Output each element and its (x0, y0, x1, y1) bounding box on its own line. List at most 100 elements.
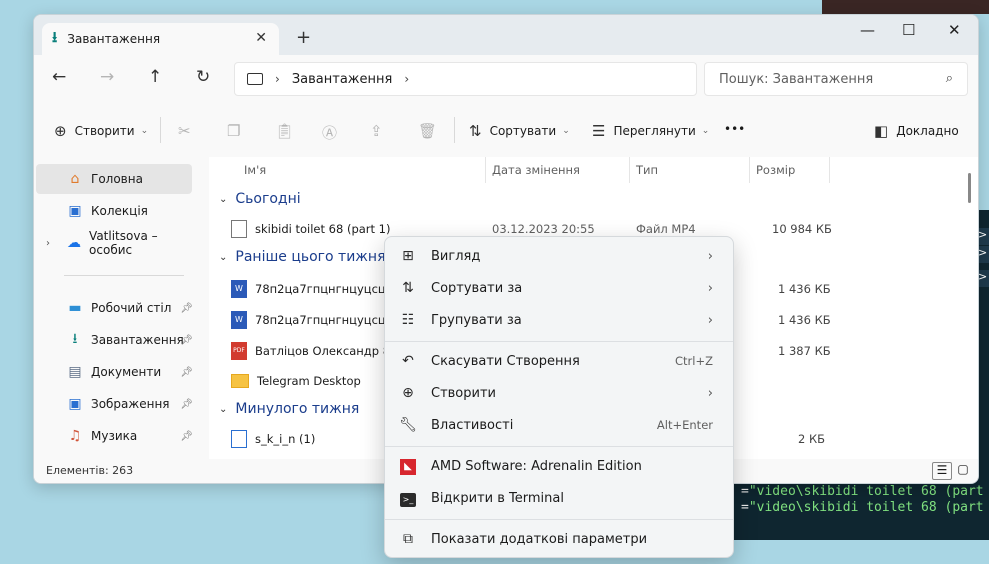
menu-item-amd-software[interactable]: ◣ AMD Software: Adrenalin Edition (389, 451, 729, 481)
tiles-view-button[interactable]: ▢ (954, 462, 972, 478)
terminal-line: ="video\skibidi toilet 68 (part 1) (741, 484, 989, 499)
file-date: 03.12.2023 20:55 (492, 222, 595, 236)
file-name: Ватліцов Олександр 8-Г (255, 344, 402, 358)
search-icon: ⌕ (945, 71, 953, 86)
file-size: 1 436 КБ (778, 313, 831, 327)
group-header-today[interactable]: ⌄ Сьогодні (219, 191, 301, 207)
close-window-button[interactable]: ✕ (948, 21, 961, 39)
details-view-button[interactable]: ☰ (932, 462, 952, 480)
menu-item-label: Скасувати Створення (431, 353, 580, 369)
menu-item-label: Сортувати за (431, 280, 523, 296)
sidebar-item-documents[interactable]: ▤ Документи 📌︎ (36, 357, 193, 387)
terminal-line: ="video\skibidi toilet 68 (part 1) (741, 500, 989, 515)
sort-button[interactable]: ⇅ Сортувати ⌄ (469, 122, 570, 140)
menu-item-sort-by[interactable]: ⇅ Сортувати за › (389, 273, 729, 303)
maximize-button[interactable]: ☐ (902, 21, 915, 39)
menu-item-new[interactable]: ⊕ Створити › (389, 378, 729, 408)
file-icon (231, 430, 247, 448)
new-tab-button[interactable]: + (296, 27, 311, 48)
group-label: Сьогодні (235, 191, 301, 207)
close-tab-icon[interactable]: ✕ (255, 30, 267, 46)
menu-divider (385, 341, 733, 342)
tab-downloads[interactable]: ⭳ Завантаження ✕ (42, 23, 279, 55)
terminal-icon: >_ (399, 490, 417, 507)
amd-logo-icon: ◣ (399, 457, 417, 475)
scissors-icon: ✂ (178, 122, 191, 140)
sidebar-item-label: Зображення (91, 397, 170, 411)
details-pane-button[interactable]: ◧ Докладно (874, 122, 959, 140)
create-button[interactable]: ⊕ Створити ⌄ (54, 122, 148, 140)
copy-icon: ❐ (227, 122, 241, 140)
context-menu: ⊞ Вигляд › ⇅ Сортувати за › ☷ Групувати … (384, 236, 734, 558)
pin-icon: 📌︎ (180, 366, 193, 378)
view-label: Переглянути (613, 124, 696, 138)
chevron-right-icon[interactable]: › (404, 72, 409, 86)
share-button[interactable]: ⇪ (370, 122, 391, 140)
chevron-right-icon[interactable]: › (275, 72, 280, 86)
word-document-icon: W (231, 280, 247, 298)
sidebar-item-desktop[interactable]: ▬ Робочий стіл 📌︎ (36, 293, 193, 323)
address-bar[interactable]: › Завантаження › (234, 62, 697, 96)
document-icon: ▤ (68, 364, 82, 380)
vertical-scrollbar[interactable] (968, 173, 971, 203)
menu-item-view[interactable]: ⊞ Вигляд › (389, 241, 729, 271)
column-header-name[interactable]: Ім'я (244, 163, 266, 177)
gallery-icon: ▣ (68, 203, 82, 219)
menu-item-show-more-options[interactable]: ⧉ Показати додаткові параметри (389, 524, 729, 554)
menu-item-group-by[interactable]: ☷ Групувати за › (389, 305, 729, 335)
sidebar-item-label: Музика (91, 429, 138, 443)
refresh-button[interactable]: ↻ (196, 67, 210, 87)
menu-item-open-terminal[interactable]: >_ Відкрити в Terminal (389, 483, 729, 513)
more-options-button[interactable]: ••• (724, 122, 745, 136)
chevron-down-icon: ⌄ (701, 126, 710, 136)
search-placeholder: Пошук: Завантаження (719, 72, 874, 87)
sidebar-item-home[interactable]: ⌂ Головна (36, 164, 192, 194)
search-input[interactable]: Пошук: Завантаження ⌕ (704, 62, 968, 96)
grid-icon: ⊞ (402, 248, 414, 264)
sidebar-item-label: Документи (91, 365, 162, 379)
sidebar-item-downloads[interactable]: ⭳ Завантаження 📌︎ (36, 325, 193, 355)
column-header-modified[interactable]: Дата змінення (492, 163, 580, 177)
menu-shortcut: Alt+Enter (656, 418, 713, 432)
music-icon: ♫ (68, 428, 82, 444)
expand-icon: ⧉ (403, 531, 413, 547)
view-lines-icon: ☰ (592, 122, 606, 140)
chevron-down-icon: ⌄ (562, 126, 570, 136)
pin-icon: 📌︎ (180, 334, 193, 346)
sidebar-item-label: Vatlitsova – особис (89, 229, 158, 257)
file-size: 1 387 КБ (778, 344, 831, 358)
trash-icon: 🗑︎ (418, 122, 438, 140)
rename-button[interactable]: Ⓐ (322, 122, 345, 143)
pin-icon: 📌︎ (180, 302, 193, 314)
sidebar-item-music[interactable]: ♫ Музика 📌︎ (36, 421, 193, 451)
divider (454, 117, 455, 143)
chevron-right-icon: › (707, 312, 713, 328)
chevron-right-icon[interactable]: › (46, 238, 50, 249)
back-button[interactable]: ← (52, 67, 66, 87)
group-header-earlier-week[interactable]: ⌄ Раніше цього тижня (219, 249, 386, 265)
forward-button[interactable]: → (100, 67, 114, 87)
sidebar-item-pictures[interactable]: ▣ Зображення 📌︎ (36, 389, 193, 419)
up-button[interactable]: ↑ (148, 67, 162, 87)
menu-item-undo-create[interactable]: ↶ Скасувати Створення Ctrl+Z (389, 346, 729, 376)
pin-icon: 📌︎ (180, 430, 193, 442)
create-label: Створити (74, 124, 135, 138)
chevron-down-icon: ⌄ (219, 403, 228, 415)
column-header-type[interactable]: Тип (636, 163, 658, 177)
sidebar-item-gallery[interactable]: ▣ Колекція (36, 196, 192, 226)
breadcrumb-downloads[interactable]: Завантаження (292, 72, 393, 87)
copy-button[interactable]: ❐ (227, 122, 248, 140)
menu-item-properties[interactable]: 🔧︎ Властивості Alt+Enter (389, 410, 729, 440)
column-header-size[interactable]: Розмір (756, 163, 795, 177)
cut-button[interactable]: ✂ (178, 122, 199, 140)
file-size: 10 984 КБ (772, 222, 832, 236)
view-button[interactable]: ☰ Переглянути ⌄ (592, 122, 709, 140)
command-bar: ⊕ Створити ⌄ ✂ ❐ 📋︎ Ⓐ ⇪ 🗑︎ ⇅ Сортувати ⌄… (34, 103, 978, 158)
delete-button[interactable]: 🗑︎ (418, 122, 445, 140)
menu-shortcut: Ctrl+Z (675, 354, 713, 368)
group-header-last-week[interactable]: ⌄ Минулого тижня (219, 401, 359, 417)
plus-circle-icon: ⊕ (54, 122, 67, 140)
sidebar-item-onedrive[interactable]: › ☁ Vatlitsova – особис (36, 228, 192, 258)
minimize-button[interactable]: — (860, 21, 875, 39)
paste-button[interactable]: 📋︎ (275, 122, 302, 140)
